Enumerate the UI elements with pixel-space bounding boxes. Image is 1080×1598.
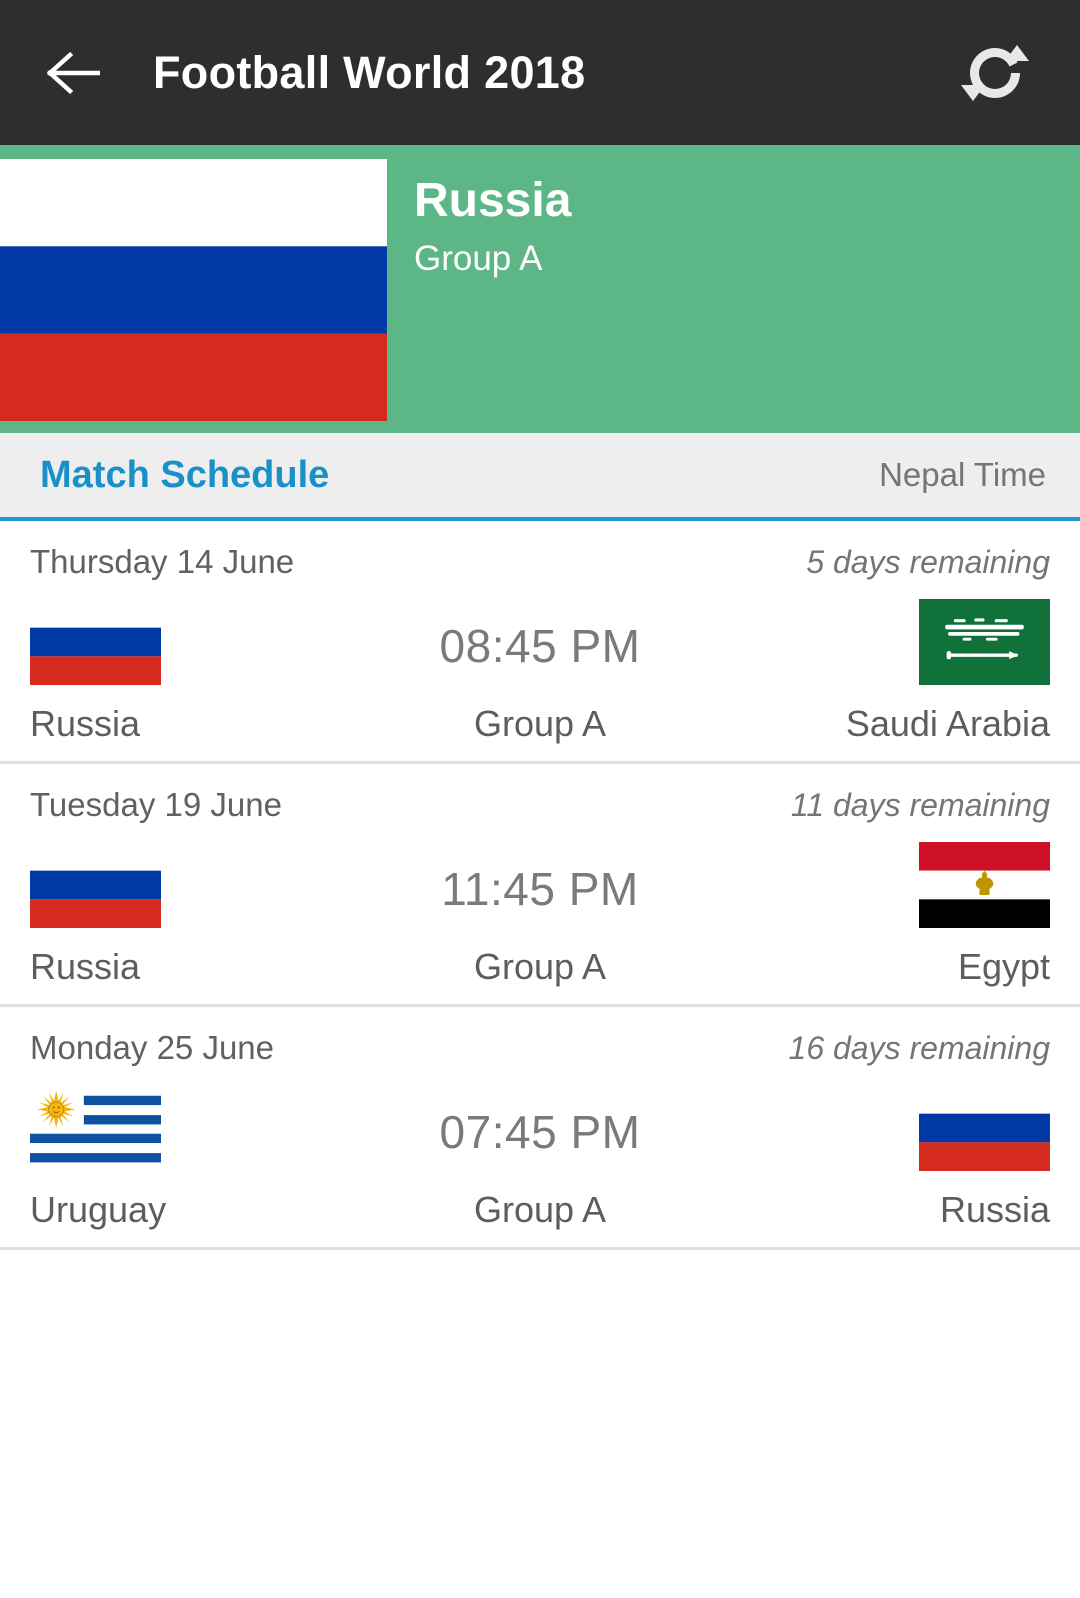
uruguay-flag-icon <box>30 1085 161 1171</box>
match-row[interactable]: Tuesday 19 June 11 days remaining Russia… <box>0 764 1080 1007</box>
hero-text-block: Russia Group A <box>387 145 1080 433</box>
team-hero-banner: Russia Group A <box>0 145 1080 433</box>
match-countdown: 16 days remaining <box>788 1030 1050 1066</box>
home-flag-russia <box>30 842 161 928</box>
away-team-name: Russia <box>939 1189 1050 1230</box>
away-team: Egypt <box>790 842 1050 988</box>
home-team: Russia <box>30 599 290 745</box>
away-flag-russia <box>919 1085 1050 1171</box>
russia-flag-icon <box>30 599 161 685</box>
home-team: Russia <box>30 842 290 988</box>
section-title: Match Schedule <box>40 453 330 496</box>
away-team: Saudi Arabia <box>790 599 1050 745</box>
match-time: 11:45 PM <box>441 863 639 915</box>
hero-flag-russia <box>0 159 387 421</box>
match-time: 07:45 PM <box>439 1106 641 1158</box>
refresh-button[interactable] <box>956 34 1034 112</box>
away-flag-saudi-arabia <box>919 599 1050 685</box>
match-meta: Thursday 14 June 5 days remaining <box>30 543 1050 581</box>
match-body: Russia 08:45 PM Group A Saudi Arabia <box>30 599 1050 745</box>
hero-group-label: Group A <box>414 238 543 278</box>
arrow-left-icon <box>46 51 100 94</box>
away-team-name: Saudi Arabia <box>845 703 1050 744</box>
match-date: Monday 25 June <box>30 1029 275 1066</box>
home-team: Uruguay <box>30 1085 290 1231</box>
hero-country-name: Russia <box>414 174 572 227</box>
match-center: 11:45 PM Group A <box>290 862 790 988</box>
match-countdown: 5 days remaining <box>806 544 1050 580</box>
away-team: Russia <box>790 1085 1050 1231</box>
timezone-label: Nepal Time <box>879 456 1046 493</box>
match-row[interactable]: Thursday 14 June 5 days remaining Russia… <box>0 521 1080 764</box>
match-time: 08:45 PM <box>439 620 641 672</box>
match-group: Group A <box>473 1189 607 1230</box>
match-date: Tuesday 19 June <box>30 786 282 823</box>
home-team-name: Russia <box>30 703 141 744</box>
home-team-name: Uruguay <box>30 1189 167 1230</box>
russia-flag-icon <box>30 842 161 928</box>
match-group: Group A <box>473 946 607 987</box>
russia-flag-icon <box>919 1085 1050 1171</box>
match-body: Russia 11:45 PM Group A Egypt <box>30 842 1050 988</box>
match-schedule-header: Match Schedule Nepal Time <box>0 433 1080 521</box>
match-list: Thursday 14 June 5 days remaining Russia… <box>0 521 1080 1250</box>
home-flag-uruguay <box>30 1085 161 1171</box>
match-countdown: 11 days remaining <box>790 787 1050 823</box>
match-center: 07:45 PM Group A <box>290 1105 790 1231</box>
back-button[interactable] <box>38 38 108 108</box>
match-body: Uruguay 07:45 PM Group A Russia <box>30 1085 1050 1231</box>
match-date: Thursday 14 June <box>30 543 295 580</box>
page-title: Football World 2018 <box>153 46 586 98</box>
refresh-icon <box>961 44 1029 101</box>
home-team-name: Russia <box>30 946 141 987</box>
match-center: 08:45 PM Group A <box>290 619 790 745</box>
away-flag-egypt <box>919 842 1050 928</box>
match-row[interactable]: Monday 25 June 16 days remaining Uruguay… <box>0 1007 1080 1250</box>
russia-flag-icon <box>0 159 387 421</box>
saudi-arabia-flag-icon <box>919 599 1050 685</box>
match-group: Group A <box>473 703 607 744</box>
app-bar: Football World 2018 <box>0 0 1080 145</box>
home-flag-russia <box>30 599 161 685</box>
match-meta: Monday 25 June 16 days remaining <box>30 1029 1050 1067</box>
match-meta: Tuesday 19 June 11 days remaining <box>30 786 1050 824</box>
away-team-name: Egypt <box>957 946 1050 987</box>
egypt-flag-icon <box>919 842 1050 928</box>
